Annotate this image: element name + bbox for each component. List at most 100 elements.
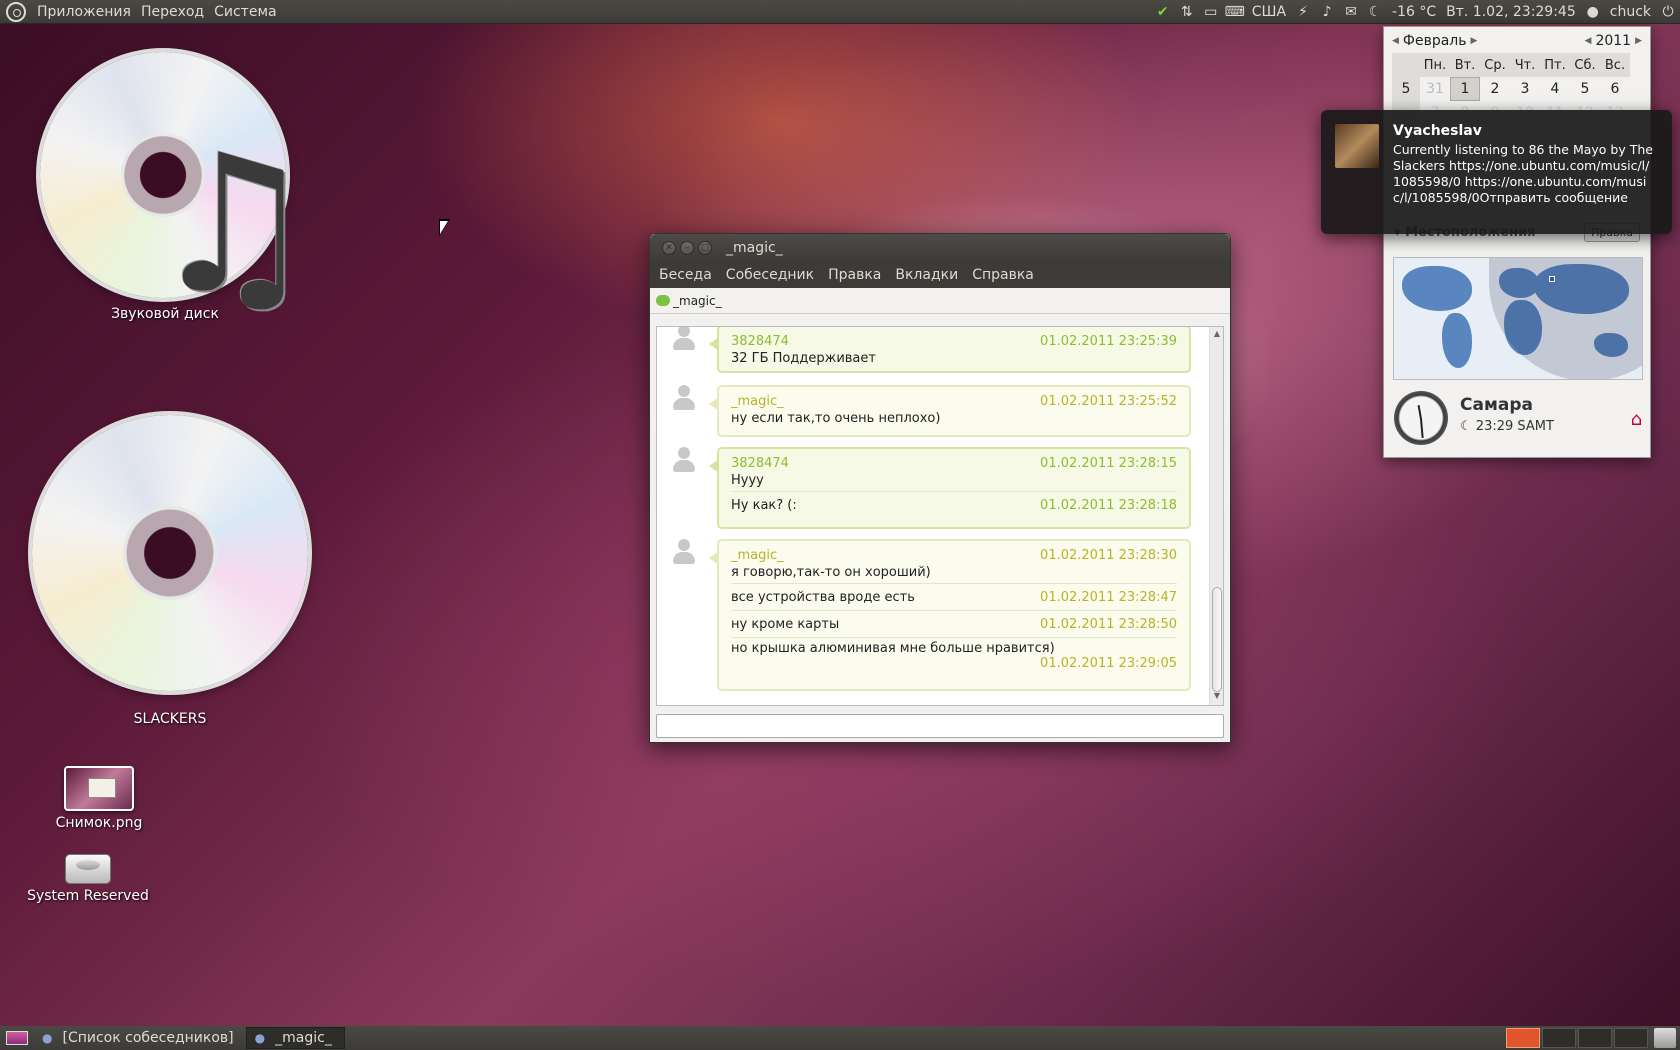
weekday-header: Чт. bbox=[1510, 53, 1540, 77]
analog-clock-icon bbox=[1394, 391, 1448, 445]
conversation-history[interactable]: 3828474 01.02.2011 23:25:39 32 ГБ Поддер… bbox=[656, 326, 1224, 706]
close-icon[interactable]: ✕ bbox=[662, 241, 676, 255]
weekday-header: Пт. bbox=[1540, 53, 1570, 77]
desktop-icon-system-reserved[interactable]: System Reserved bbox=[27, 848, 149, 904]
calendar-day[interactable]: 6 bbox=[1600, 77, 1630, 101]
message-text: я говорю,так-то он хороший) bbox=[731, 565, 931, 580]
image-thumbnail-icon bbox=[64, 766, 134, 811]
calendar-day-today[interactable]: 1 bbox=[1450, 77, 1480, 101]
message-text: все устройства вроде есть bbox=[731, 589, 915, 605]
prev-month-icon[interactable]: ◀ bbox=[1392, 36, 1399, 46]
minimize-icon[interactable]: – bbox=[680, 241, 694, 255]
taskbar-item-label: [Список собеседников] bbox=[62, 1030, 234, 1046]
update-shield-icon[interactable]: ✔ bbox=[1151, 1, 1175, 23]
taskbar-item-contacts[interactable]: ● [Список собеседников] bbox=[34, 1027, 246, 1049]
trash-icon[interactable] bbox=[1654, 1028, 1676, 1048]
menu-edit[interactable]: Правка bbox=[821, 267, 888, 283]
calendar-day[interactable]: 4 bbox=[1540, 77, 1570, 101]
show-desktop-icon[interactable] bbox=[6, 1031, 28, 1045]
moon-icon: ☾ bbox=[1368, 3, 1382, 20]
clock-hour-hand bbox=[1417, 405, 1422, 420]
mail-icon[interactable]: ✉ bbox=[1339, 1, 1363, 23]
message-text: но крышка алюминивая мне больше нравится… bbox=[731, 641, 1055, 656]
desktop-icon-audio-cd[interactable]: ♫ Звуковой диск bbox=[40, 52, 318, 322]
power-bolt-icon[interactable]: ⚡ bbox=[1291, 1, 1315, 23]
conversation-scrollbar[interactable]: ▲ ▼ bbox=[1209, 327, 1223, 705]
power-icon[interactable]: ⏻ bbox=[1656, 1, 1680, 23]
keyboard-layout[interactable]: США bbox=[1247, 4, 1291, 20]
top-panel: Приложения Переход Система ✔ ⇅ ▭ ⌨ США ⚡… bbox=[0, 0, 1680, 24]
message-sender: 3828474 bbox=[731, 333, 789, 349]
menu-contact[interactable]: Собеседник bbox=[719, 267, 821, 283]
calendar-day[interactable]: 5 bbox=[1570, 77, 1600, 101]
home-icon[interactable]: ⌂ bbox=[1631, 409, 1642, 430]
mouse-pointer bbox=[439, 219, 450, 236]
volume-icon[interactable]: ♪ bbox=[1315, 1, 1339, 23]
menu-system[interactable]: Система bbox=[209, 4, 281, 20]
taskbar-item-chat[interactable]: ● _magic_ bbox=[245, 1027, 345, 1049]
window-titlebar[interactable]: ✕ – □ _magic_ bbox=[650, 234, 1230, 262]
desktop-icon-label: Снимок.png bbox=[55, 815, 143, 831]
display-icon[interactable]: ▭ bbox=[1199, 1, 1223, 23]
location-city: Самара bbox=[1460, 395, 1533, 415]
message-divider bbox=[731, 637, 1177, 638]
message-sender: _magic_ bbox=[731, 393, 784, 409]
weekday-header: Пн. bbox=[1420, 53, 1450, 77]
user-status-icon[interactable]: ● bbox=[1581, 1, 1605, 23]
week-number: 5 bbox=[1392, 77, 1420, 101]
menu-conversation[interactable]: Беседа bbox=[652, 267, 719, 283]
keyboard-icon[interactable]: ⌨ bbox=[1223, 1, 1247, 23]
taskbar-item-label: _magic_ bbox=[275, 1030, 332, 1046]
message-divider bbox=[731, 610, 1177, 611]
message-timestamp: 01.02.2011 23:28:50 bbox=[1040, 616, 1177, 632]
workspace-3[interactable] bbox=[1578, 1028, 1612, 1048]
message-sender: 3828474 bbox=[731, 455, 789, 471]
menu-places[interactable]: Переход bbox=[136, 4, 209, 20]
workspace-4[interactable] bbox=[1614, 1028, 1648, 1048]
maximize-icon[interactable]: □ bbox=[698, 241, 712, 255]
chat-bubble-icon bbox=[656, 295, 670, 306]
next-year-icon[interactable]: ▶ bbox=[1635, 36, 1642, 46]
network-arrows-icon[interactable]: ⇅ bbox=[1175, 1, 1199, 23]
desktop-icon-screenshot[interactable]: Снимок.png bbox=[50, 766, 148, 831]
message-text: Нууу bbox=[731, 473, 764, 488]
prev-year-icon[interactable]: ◀ bbox=[1585, 36, 1592, 46]
buddy-avatar-icon bbox=[671, 327, 697, 353]
location-row[interactable]: Самара ☾ 23:29 SAMT ⌂ bbox=[1394, 391, 1642, 447]
desktop-icon-slackers[interactable]: SLACKERS bbox=[30, 415, 310, 727]
menu-applications[interactable]: Приложения bbox=[32, 4, 136, 20]
scroll-up-arrow-icon[interactable]: ▲ bbox=[1210, 329, 1223, 341]
music-note-icon: ♫ bbox=[148, 114, 319, 335]
message-input[interactable] bbox=[656, 714, 1224, 738]
next-month-icon[interactable]: ▶ bbox=[1471, 36, 1478, 46]
weekday-header: Вс. bbox=[1600, 53, 1630, 77]
calendar-year: 2011 bbox=[1595, 33, 1632, 49]
message-bubble: 3828474 01.02.2011 23:25:39 32 ГБ Поддер… bbox=[709, 327, 1191, 373]
map-night-shade bbox=[1489, 258, 1642, 379]
calendar-day[interactable]: 31 bbox=[1420, 77, 1450, 101]
notification-bubble: Vyacheslav Currently listening to 86 the… bbox=[1321, 110, 1672, 234]
scroll-down-arrow-icon[interactable]: ▼ bbox=[1210, 691, 1223, 703]
message-divider bbox=[731, 491, 1177, 492]
calendar-day[interactable]: 3 bbox=[1510, 77, 1540, 101]
calendar-day[interactable]: 2 bbox=[1480, 77, 1510, 101]
weather-temperature[interactable]: -16 °C bbox=[1387, 4, 1441, 20]
conversation-tab[interactable]: _magic_ bbox=[650, 288, 1230, 314]
menu-tabs[interactable]: Вкладки bbox=[888, 267, 965, 283]
message-divider bbox=[731, 583, 1177, 584]
scrollbar-thumb[interactable] bbox=[1212, 587, 1222, 692]
clock[interactable]: Вт. 1.02, 23:29:45 bbox=[1441, 4, 1581, 20]
message-text: 32 ГБ Поддерживает bbox=[731, 351, 876, 366]
menu-help[interactable]: Справка bbox=[965, 267, 1041, 283]
workspace-1[interactable] bbox=[1506, 1028, 1540, 1048]
location-time: ☾ 23:29 SAMT bbox=[1460, 419, 1554, 434]
window-menubar: Беседа Собеседник Правка Вкладки Справка bbox=[650, 262, 1230, 288]
clock-minute-hand bbox=[1420, 418, 1424, 439]
ubuntu-logo-icon[interactable] bbox=[6, 1, 26, 22]
user-name[interactable]: chuck bbox=[1605, 4, 1656, 20]
message-timestamp: 01.02.2011 23:25:39 bbox=[1040, 333, 1177, 349]
buddy-avatar-icon bbox=[671, 447, 697, 475]
pidgin-icon: ● bbox=[254, 1031, 266, 1045]
workspace-2[interactable] bbox=[1542, 1028, 1576, 1048]
message-text: ну кроме карты bbox=[731, 616, 840, 632]
